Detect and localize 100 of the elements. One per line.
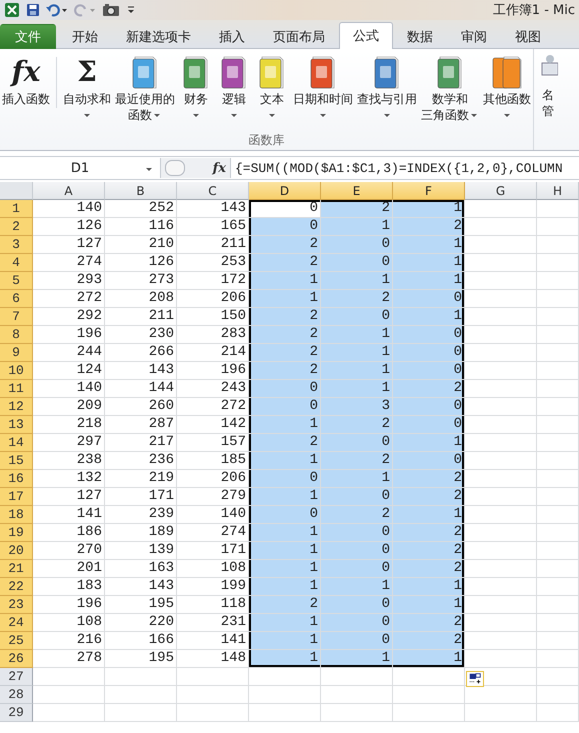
column-header[interactable]: A — [33, 182, 105, 200]
row-header[interactable]: 4 — [0, 254, 33, 272]
table-cell: 116 — [105, 218, 177, 236]
column-header[interactable]: F — [393, 182, 465, 200]
table-cell: 2 — [321, 290, 393, 308]
ribbon-button[interactable]: 查找与引用 — [355, 53, 419, 132]
ribbon-tab[interactable]: 审阅 — [447, 24, 501, 49]
ribbon-button[interactable]: 日期和时间 — [291, 53, 355, 132]
table-cell: 293 — [33, 272, 105, 290]
table-cell: 1 — [249, 542, 321, 560]
ribbon-button[interactable]: 逻辑 — [215, 53, 253, 132]
row-header[interactable]: 26 — [0, 650, 33, 668]
row-header[interactable]: 25 — [0, 632, 33, 650]
table-cell: 163 — [105, 560, 177, 578]
row-header[interactable]: 24 — [0, 614, 33, 632]
table-cell: 201 — [33, 560, 105, 578]
table-cell: 218 — [33, 416, 105, 434]
ribbon-tab[interactable]: 数据 — [393, 24, 447, 49]
window-title: 工作簿1 - Mic — [492, 2, 575, 19]
table-cell: 2 — [249, 434, 321, 452]
table-cell: 127 — [33, 488, 105, 506]
ribbon-tab[interactable]: 公式 — [339, 22, 393, 49]
row-header[interactable]: 23 — [0, 596, 33, 614]
row-header[interactable]: 8 — [0, 326, 33, 344]
row-header[interactable]: 1 — [0, 200, 33, 218]
row-header[interactable]: 10 — [0, 362, 33, 380]
formula-field[interactable]: {=SUM((MOD($A1:$C1,3)=INDEX({1,2,0},COLUMN — [231, 160, 563, 176]
column-header[interactable]: D — [249, 182, 321, 200]
row-header[interactable]: 27 — [0, 668, 33, 686]
table-cell: 0 — [249, 200, 321, 218]
table-cell: 126 — [33, 218, 105, 236]
ribbon-button[interactable]: 数学和 三角函数 — [419, 53, 481, 132]
ribbon-button[interactable]: 名 管 — [534, 49, 560, 150]
table-cell: 1 — [393, 506, 465, 524]
table-cell: 2 — [393, 614, 465, 632]
table-cell: 1 — [321, 650, 393, 668]
ribbon-button[interactable]: 财务 — [177, 53, 215, 132]
table-cell: 244 — [33, 344, 105, 362]
row-header[interactable]: 18 — [0, 506, 33, 524]
row-header[interactable]: 15 — [0, 452, 33, 470]
table-cell: 2 — [321, 416, 393, 434]
ribbon-tab[interactable]: 文件 — [0, 24, 56, 49]
table-cell: 0 — [321, 434, 393, 452]
column-header[interactable]: B — [105, 182, 177, 200]
row-header[interactable]: 16 — [0, 470, 33, 488]
row-header[interactable]: 19 — [0, 524, 33, 542]
table-cell: 0 — [249, 470, 321, 488]
table-cell: 230 — [105, 326, 177, 344]
table-cell: 2 — [249, 308, 321, 326]
ribbon-tab[interactable]: 新建选项卡 — [112, 24, 205, 49]
column-header[interactable]: H — [537, 182, 579, 200]
table-cell: 208 — [105, 290, 177, 308]
row-header[interactable]: 28 — [0, 686, 33, 704]
row-header[interactable]: 17 — [0, 488, 33, 506]
ribbon-tab[interactable]: 开始 — [58, 24, 112, 49]
table-cell: 0 — [393, 398, 465, 416]
function-icon: fx — [12, 53, 40, 91]
table-cell: 166 — [105, 632, 177, 650]
column-header[interactable]: E — [321, 182, 393, 200]
table-cell: 1 — [321, 218, 393, 236]
ribbon-tab[interactable]: 页面布局 — [259, 24, 339, 49]
table-cell: 1 — [249, 650, 321, 668]
table-cell: 0 — [249, 398, 321, 416]
table-cell: 274 — [33, 254, 105, 272]
ribbon-button[interactable]: 其他函数 — [481, 53, 533, 132]
table-cell: 0 — [321, 632, 393, 650]
ribbon-tab[interactable]: 视图 — [501, 24, 555, 49]
row-header[interactable]: 13 — [0, 416, 33, 434]
row-header[interactable]: 21 — [0, 560, 33, 578]
row-header[interactable]: 29 — [0, 704, 33, 722]
ribbon-tab[interactable]: 插入 — [205, 24, 259, 49]
ribbon-button[interactable]: 文本 — [253, 53, 291, 132]
ribbon-button[interactable]: fx 插入函数 — [0, 53, 52, 132]
row-header[interactable]: 2 — [0, 218, 33, 236]
group-label: 函数库 — [248, 132, 286, 149]
row-header[interactable]: 9 — [0, 344, 33, 362]
table-cell: 2 — [249, 326, 321, 344]
row-header[interactable]: 20 — [0, 542, 33, 560]
table-cell: 2 — [249, 344, 321, 362]
column-header[interactable]: G — [465, 182, 537, 200]
table-cell: 1 — [321, 380, 393, 398]
table-cell: 140 — [33, 200, 105, 218]
row-header[interactable]: 3 — [0, 236, 33, 254]
table-cell: 236 — [105, 452, 177, 470]
ribbon-button[interactable]: 最近使用的 函数 — [113, 53, 177, 132]
row-header[interactable]: 12 — [0, 398, 33, 416]
table-cell: 0 — [393, 362, 465, 380]
row-header[interactable]: 7 — [0, 308, 33, 326]
table-cell: 124 — [33, 362, 105, 380]
table-cell: 210 — [105, 236, 177, 254]
row-header[interactable]: 6 — [0, 290, 33, 308]
table-cell: 0 — [249, 380, 321, 398]
column-header[interactable]: C — [177, 182, 249, 200]
row-header[interactable]: 22 — [0, 578, 33, 596]
row-header[interactable]: 14 — [0, 434, 33, 452]
ribbon-button[interactable]: Σ 自动求和 — [61, 53, 113, 132]
row-header[interactable]: 11 — [0, 380, 33, 398]
row-header[interactable]: 5 — [0, 272, 33, 290]
insert-function-button[interactable]: fx — [212, 160, 226, 176]
table-cell: 0 — [321, 308, 393, 326]
